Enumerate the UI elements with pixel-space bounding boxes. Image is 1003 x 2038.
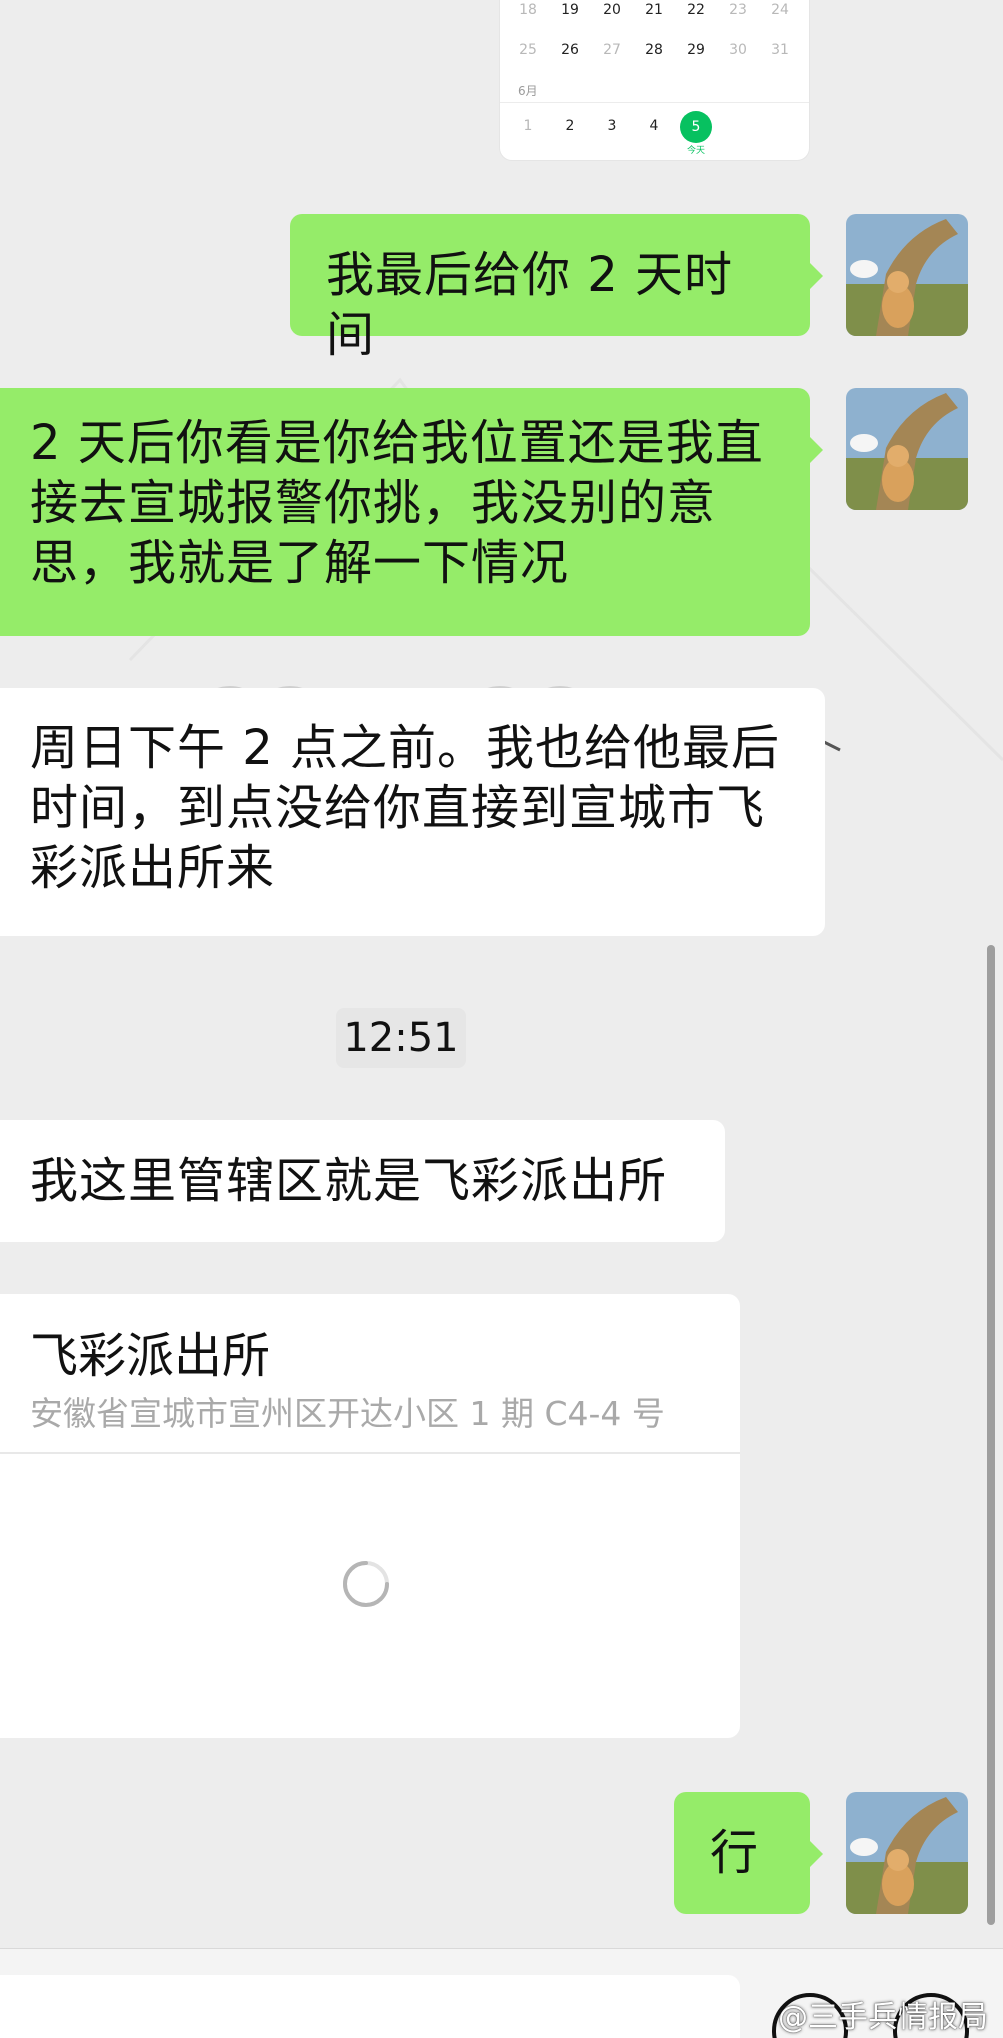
calendar-day: 29 bbox=[687, 42, 705, 58]
weibo-watermark: @三手兵情报局 bbox=[778, 2000, 988, 2035]
calendar-today[interactable]: 5 bbox=[680, 111, 712, 143]
message-text: 周日下午 2 点之前。我也给他最后时间，到点没给你直接到宣城市飞彩派出所来 bbox=[30, 720, 781, 896]
calendar-day: 27 bbox=[603, 42, 621, 58]
calendar-divider bbox=[500, 102, 809, 103]
message-text: 2 天后你看是你给我位置还是我直接去宣城报警你挑，我没别的意思，我就是了解一下情… bbox=[30, 415, 764, 591]
message-text: 我最后给你 2 天时间 bbox=[326, 247, 734, 363]
chat-message-mine[interactable]: 行 bbox=[674, 1792, 823, 1914]
calendar-day: 23 bbox=[729, 2, 747, 18]
chat-message-mine[interactable]: 我最后给你 2 天时间 bbox=[290, 214, 823, 363]
my-avatar[interactable] bbox=[846, 388, 968, 510]
calendar-day: 31 bbox=[771, 42, 789, 58]
calendar-week-row: 18 19 20 21 22 23 24 bbox=[500, 2, 809, 32]
calendar-week-row: 1 2 3 4 bbox=[500, 118, 809, 148]
calendar-day: 2 bbox=[565, 118, 575, 134]
my-avatar[interactable] bbox=[846, 214, 968, 336]
avatar-dog-image bbox=[846, 1792, 968, 1914]
calendar-day: 26 bbox=[561, 42, 579, 58]
message-timestamp: 12:51 bbox=[336, 1008, 466, 1068]
calendar-week-row: 25 26 27 28 29 30 31 bbox=[500, 42, 809, 72]
message-input-field[interactable] bbox=[0, 1975, 740, 2038]
avatar-dog-image bbox=[846, 388, 968, 510]
location-name: 飞彩派出所 bbox=[30, 1328, 271, 1384]
calendar-day: 4 bbox=[649, 118, 659, 134]
location-divider bbox=[0, 1452, 740, 1454]
calendar-day: 30 bbox=[729, 42, 747, 58]
calendar-day: 19 bbox=[561, 2, 579, 18]
avatar-dog-image bbox=[846, 214, 968, 336]
calendar-day: 25 bbox=[519, 42, 537, 58]
chat-message-theirs[interactable]: 我这里管辖区就是飞彩派出所 bbox=[0, 1120, 725, 1242]
message-text: 我这里管辖区就是飞彩派出所 bbox=[30, 1153, 668, 1209]
chat-message-mine[interactable]: 2 天后你看是你给我位置还是我直接去宣城报警你挑，我没别的意思，我就是了解一下情… bbox=[0, 388, 823, 636]
calendar-day: 20 bbox=[603, 2, 621, 18]
calendar-day: 3 bbox=[607, 118, 617, 134]
location-address: 安徽省宣城市宣州区开达小区 1 期 C4-4 号 bbox=[30, 1394, 665, 1433]
my-avatar[interactable] bbox=[846, 1792, 968, 1914]
calendar-day: 28 bbox=[645, 42, 663, 58]
calendar-today-label: 今天 bbox=[686, 146, 705, 156]
calendar-month-label: 6月 bbox=[518, 84, 538, 98]
message-text: 行 bbox=[710, 1825, 760, 1881]
calendar-day: 18 bbox=[519, 2, 537, 18]
calendar-day: 1 bbox=[523, 118, 533, 134]
calendar-day: 21 bbox=[645, 2, 663, 18]
chat-scrollbar[interactable] bbox=[987, 945, 995, 1925]
calendar-card[interactable]: 18 19 20 21 22 23 24 25 26 27 28 29 30 3… bbox=[500, 0, 809, 160]
chat-message-theirs[interactable]: 周日下午 2 点之前。我也给他最后时间，到点没给你直接到宣城市飞彩派出所来 bbox=[0, 688, 825, 936]
calendar-day: 22 bbox=[687, 2, 705, 18]
chat-screen: 18 19 20 21 22 23 24 25 26 27 28 29 30 3… bbox=[0, 0, 1003, 2038]
loading-spinner-icon bbox=[343, 1561, 389, 1607]
calendar-day: 24 bbox=[771, 2, 789, 18]
location-message-card[interactable]: 飞彩派出所 安徽省宣城市宣州区开达小区 1 期 C4-4 号 bbox=[0, 1294, 740, 1738]
